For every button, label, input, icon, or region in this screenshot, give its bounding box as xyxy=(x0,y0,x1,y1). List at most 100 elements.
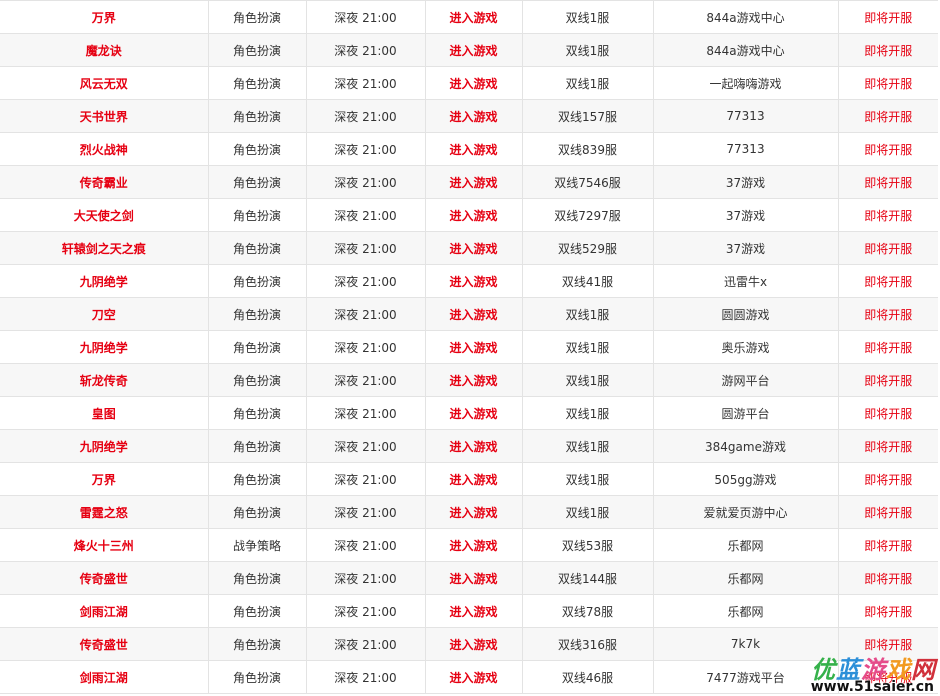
game-name-link[interactable]: 风云无双 xyxy=(80,77,128,91)
game-name-link[interactable]: 万界 xyxy=(92,11,116,25)
status-link[interactable]: 即将开服 xyxy=(864,11,912,25)
server-name: 双线316服 xyxy=(558,637,617,652)
enter-game-link[interactable]: 进入游戏 xyxy=(449,308,497,322)
enter-game-link[interactable]: 进入游戏 xyxy=(449,275,497,289)
game-name-link[interactable]: 天书世界 xyxy=(80,110,128,124)
enter-game-link[interactable]: 进入游戏 xyxy=(449,77,497,91)
status-link[interactable]: 即将开服 xyxy=(864,374,912,388)
game-type: 角色扮演 xyxy=(232,406,281,421)
platform-name: 7k7k xyxy=(730,637,761,651)
server-name-cell: 双线7297服 xyxy=(521,198,653,232)
game-name-link[interactable]: 九阴绝学 xyxy=(80,341,128,355)
enter-game-link[interactable]: 进入游戏 xyxy=(449,242,497,256)
game-name-link[interactable]: 轩辕剑之天之痕 xyxy=(62,242,146,256)
enter-game-link[interactable]: 进入游戏 xyxy=(449,176,497,190)
game-name-link[interactable]: 传奇盛世 xyxy=(80,572,128,586)
table-row: 九阴绝学 角色扮演 深夜 21:00 进入游戏 双线1服 384game游戏 即将开服 xyxy=(0,429,938,463)
game-name-link[interactable]: 烈火战神 xyxy=(80,143,128,157)
open-time-cell: 深夜 21:00 xyxy=(305,462,425,496)
platform-name: 圆游平台 xyxy=(721,406,770,421)
platform-name-cell: 384game游戏 xyxy=(652,429,838,463)
game-name-link[interactable]: 万界 xyxy=(92,473,116,487)
status-link[interactable]: 即将开服 xyxy=(864,638,912,652)
enter-game-link[interactable]: 进入游戏 xyxy=(449,143,497,157)
status-link[interactable]: 即将开服 xyxy=(864,110,912,124)
server-name: 双线1服 xyxy=(565,373,610,388)
status-link[interactable]: 即将开服 xyxy=(864,308,912,322)
status-link[interactable]: 即将开服 xyxy=(864,506,912,520)
status-link[interactable]: 即将开服 xyxy=(864,407,912,421)
platform-name: 圆圆游戏 xyxy=(721,307,770,322)
enter-game-link[interactable]: 进入游戏 xyxy=(449,44,497,58)
open-time: 深夜 21:00 xyxy=(334,76,397,91)
enter-game-link[interactable]: 进入游戏 xyxy=(449,341,497,355)
platform-name-cell: 爱就爱页游中心 xyxy=(652,495,838,529)
enter-game-link-cell: 进入游戏 xyxy=(424,132,522,166)
status-link[interactable]: 即将开服 xyxy=(864,605,912,619)
status-link-cell: 即将开服 xyxy=(837,132,938,166)
enter-game-link[interactable]: 进入游戏 xyxy=(449,539,497,553)
game-name-link[interactable]: 剑雨江湖 xyxy=(80,671,128,685)
enter-game-link[interactable]: 进入游戏 xyxy=(449,638,497,652)
platform-name: 7477游戏平台 xyxy=(706,670,785,685)
game-name-link[interactable]: 皇图 xyxy=(92,407,116,421)
enter-game-link[interactable]: 进入游戏 xyxy=(449,209,497,223)
game-name-link[interactable]: 九阴绝学 xyxy=(80,275,128,289)
game-name-link[interactable]: 剑雨江湖 xyxy=(80,605,128,619)
game-name-link[interactable]: 九阴绝学 xyxy=(80,440,128,454)
open-time: 深夜 21:00 xyxy=(334,10,397,25)
game-name-link[interactable]: 魔龙诀 xyxy=(86,44,122,58)
platform-name: 奥乐游戏 xyxy=(721,340,770,355)
enter-game-link[interactable]: 进入游戏 xyxy=(449,11,497,25)
enter-game-link[interactable]: 进入游戏 xyxy=(449,473,497,487)
open-time-cell: 深夜 21:00 xyxy=(305,264,425,298)
game-type: 角色扮演 xyxy=(232,571,281,586)
server-name: 双线46服 xyxy=(561,670,614,685)
enter-game-link-cell: 进入游戏 xyxy=(424,0,522,34)
status-link-cell: 即将开服 xyxy=(837,264,938,298)
open-time-cell: 深夜 21:00 xyxy=(305,132,425,166)
enter-game-link[interactable]: 进入游戏 xyxy=(449,407,497,421)
enter-game-link-cell: 进入游戏 xyxy=(424,594,522,628)
status-link[interactable]: 即将开服 xyxy=(864,671,912,685)
server-name-cell: 双线316服 xyxy=(521,627,653,661)
game-name-link[interactable]: 大天使之剑 xyxy=(74,209,134,223)
game-name-link[interactable]: 传奇霸业 xyxy=(80,176,128,190)
enter-game-link[interactable]: 进入游戏 xyxy=(449,671,497,685)
status-link-cell: 即将开服 xyxy=(837,462,938,496)
game-type-cell: 角色扮演 xyxy=(207,561,306,595)
game-name-link-cell: 烈火战神 xyxy=(0,132,208,166)
enter-game-link[interactable]: 进入游戏 xyxy=(449,572,497,586)
game-type: 角色扮演 xyxy=(232,109,281,124)
game-name-link[interactable]: 刀空 xyxy=(92,308,116,322)
status-link[interactable]: 即将开服 xyxy=(864,572,912,586)
game-name-link[interactable]: 斩龙传奇 xyxy=(80,374,128,388)
enter-game-link[interactable]: 进入游戏 xyxy=(449,110,497,124)
status-link[interactable]: 即将开服 xyxy=(864,473,912,487)
enter-game-link[interactable]: 进入游戏 xyxy=(449,605,497,619)
enter-game-link[interactable]: 进入游戏 xyxy=(449,440,497,454)
status-link[interactable]: 即将开服 xyxy=(864,242,912,256)
enter-game-link[interactable]: 进入游戏 xyxy=(449,506,497,520)
server-rows: 万界 角色扮演 深夜 21:00 进入游戏 双线1服 844a游戏中心 即将开服 魔龙诀 角色扮… xyxy=(0,0,938,694)
game-name-link[interactable]: 传奇盛世 xyxy=(80,638,128,652)
status-link[interactable]: 即将开服 xyxy=(864,44,912,58)
status-link[interactable]: 即将开服 xyxy=(864,440,912,454)
status-link[interactable]: 即将开服 xyxy=(864,539,912,553)
game-type-cell: 角色扮演 xyxy=(207,99,306,133)
open-time: 深夜 21:00 xyxy=(334,538,397,553)
status-link[interactable]: 即将开服 xyxy=(864,341,912,355)
platform-name: 37游戏 xyxy=(725,175,766,190)
game-name-link[interactable]: 雷霆之怒 xyxy=(80,506,128,520)
status-link[interactable]: 即将开服 xyxy=(864,176,912,190)
status-link[interactable]: 即将开服 xyxy=(864,143,912,157)
game-name-link[interactable]: 烽火十三州 xyxy=(74,539,134,553)
status-link[interactable]: 即将开服 xyxy=(864,77,912,91)
server-name: 双线529服 xyxy=(558,241,617,256)
platform-name-cell: 7477游戏平台 xyxy=(652,660,838,694)
status-link[interactable]: 即将开服 xyxy=(864,275,912,289)
status-link-cell: 即将开服 xyxy=(837,231,938,265)
enter-game-link[interactable]: 进入游戏 xyxy=(449,374,497,388)
table-row: 剑雨江湖 角色扮演 深夜 21:00 进入游戏 双线78服 乐都网 即将开服 xyxy=(0,594,938,628)
status-link[interactable]: 即将开服 xyxy=(864,209,912,223)
